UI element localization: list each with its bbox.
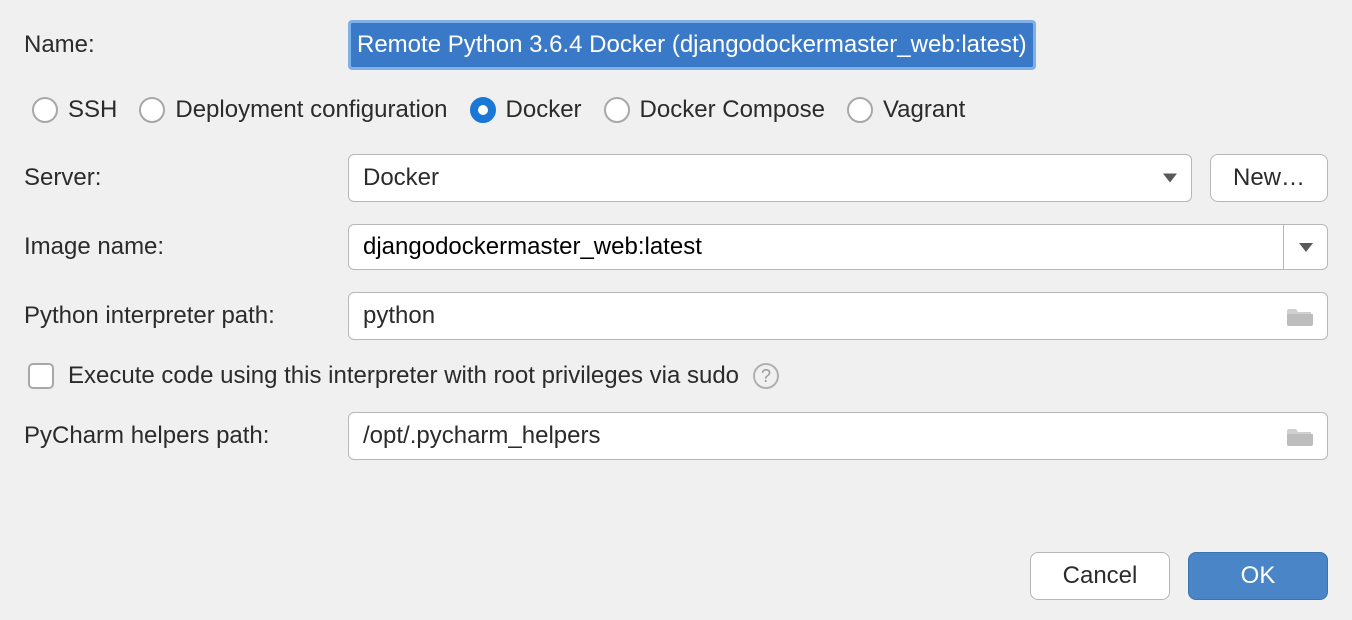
browse-folder-icon[interactable] <box>1287 305 1313 327</box>
radio-vagrant[interactable]: Vagrant <box>847 96 965 124</box>
helpers-path-input[interactable]: /opt/.pycharm_helpers <box>348 412 1328 460</box>
sudo-checkbox[interactable] <box>28 363 54 389</box>
radio-ssh[interactable]: SSH <box>32 96 117 124</box>
image-name-combo[interactable]: djangodockermaster_web:latest <box>348 224 1328 270</box>
radio-icon <box>847 97 873 123</box>
server-label: Server: <box>24 164 324 192</box>
radio-label: SSH <box>68 96 117 124</box>
radio-icon <box>32 97 58 123</box>
interpreter-path-row: Python interpreter path: python <box>24 292 1328 340</box>
connection-type-radios: SSH Deployment configuration Docker Dock… <box>24 92 1328 132</box>
server-select[interactable]: Docker <box>348 154 1192 202</box>
new-server-button[interactable]: New… <box>1210 154 1328 202</box>
radio-label: Deployment configuration <box>175 96 447 124</box>
radio-docker-compose[interactable]: Docker Compose <box>604 96 825 124</box>
radio-label: Vagrant <box>883 96 965 124</box>
chevron-down-icon <box>1163 174 1177 183</box>
interpreter-path-input[interactable]: python <box>348 292 1328 340</box>
name-input[interactable]: Remote Python 3.6.4 Docker (djangodocker… <box>348 20 1036 70</box>
radio-icon <box>470 97 496 123</box>
image-name-label: Image name: <box>24 233 324 261</box>
radio-deployment[interactable]: Deployment configuration <box>139 96 447 124</box>
interpreter-path-label: Python interpreter path: <box>24 302 324 330</box>
image-name-row: Image name: djangodockermaster_web:lates… <box>24 224 1328 270</box>
chevron-down-icon <box>1299 243 1313 252</box>
server-row: Server: Docker New… <box>24 154 1328 202</box>
name-label: Name: <box>24 31 324 59</box>
sudo-checkbox-row: Execute code using this interpreter with… <box>24 362 1328 390</box>
radio-icon <box>139 97 165 123</box>
helpers-path-label: PyCharm helpers path: <box>24 422 324 450</box>
cancel-button[interactable]: Cancel <box>1030 552 1170 600</box>
name-field-col: Remote Python 3.6.4 Docker (djangodocker… <box>348 20 1328 70</box>
dialog-footer: Cancel OK <box>24 522 1328 600</box>
radio-icon <box>604 97 630 123</box>
image-name-value[interactable]: djangodockermaster_web:latest <box>349 225 1283 269</box>
sudo-checkbox-label: Execute code using this interpreter with… <box>68 362 739 390</box>
helpers-path-row: PyCharm helpers path: /opt/.pycharm_help… <box>24 412 1328 460</box>
interpreter-path-value: python <box>363 302 435 330</box>
radio-label: Docker <box>506 96 582 124</box>
ok-button[interactable]: OK <box>1188 552 1328 600</box>
help-icon[interactable]: ? <box>753 363 779 389</box>
image-name-dropdown-button[interactable] <box>1283 225 1327 269</box>
radio-label: Docker Compose <box>640 96 825 124</box>
server-select-value: Docker <box>363 164 439 192</box>
browse-folder-icon[interactable] <box>1287 425 1313 447</box>
radio-docker[interactable]: Docker <box>470 96 582 124</box>
remote-interpreter-dialog: Name: Remote Python 3.6.4 Docker (django… <box>0 0 1352 620</box>
name-row: Name: Remote Python 3.6.4 Docker (django… <box>24 20 1328 70</box>
name-input-value: Remote Python 3.6.4 Docker (djangodocker… <box>351 23 1033 67</box>
helpers-path-value: /opt/.pycharm_helpers <box>363 422 600 450</box>
